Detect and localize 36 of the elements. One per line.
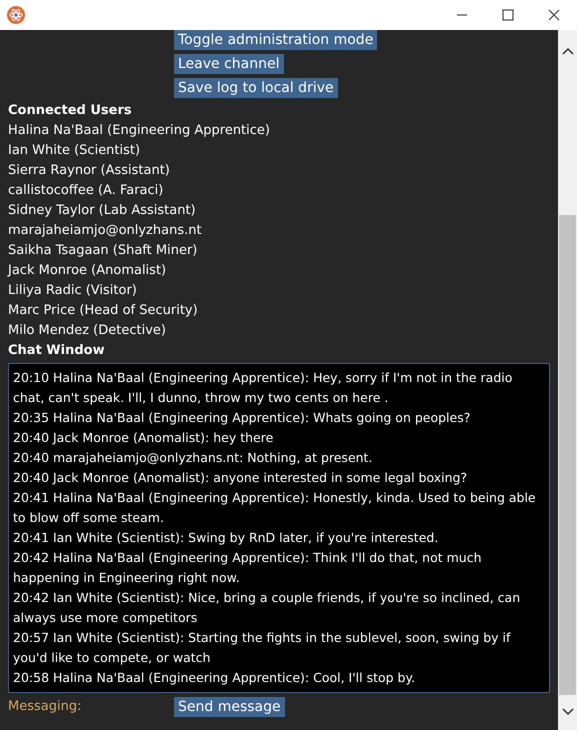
- scroll-up-icon[interactable]: [562, 47, 574, 55]
- section-heading: Connected Users: [8, 102, 133, 120]
- messaging-label: Messaging:: [8, 698, 82, 716]
- chat-message: 20:42 Halina Na'Baal (Engineering Apprentice): Think I'll do that, not much happening in Engineering right now.: [13, 549, 483, 587]
- action-button[interactable]: Leave channel: [174, 54, 284, 74]
- atom-icon: [7, 6, 25, 24]
- close-icon: [548, 9, 560, 21]
- chat-message: 20:41 Ian White (Scientist): Swing by RnD later, if you're interested.: [13, 529, 440, 547]
- chat-message: 20:10 Halina Na'Baal (Engineering Apprentice): Hey, sorry if I'm not in the radio chat, can't speak. I'll, I dunno, throw my two cents on here .: [13, 369, 514, 407]
- chat-message: 20:57 Ian White (Scientist): Starting the fights in the sublevel, soon, swing by if you'd like to compete, or watch: [13, 629, 512, 667]
- chat-message: 20:41 Halina Na'Baal (Engineering Apprentice): Honestly, kinda. Used to being able to blow off some steam.: [13, 489, 537, 527]
- action-button[interactable]: Toggle administration mode: [174, 30, 378, 50]
- user-entry: Ian White (Scientist): [8, 142, 142, 160]
- user-entry: Saikha Tsagaan (Shaft Miner): [8, 242, 198, 260]
- send-message-button[interactable]: Send message: [174, 697, 285, 717]
- scrollbar-thumb[interactable]: [559, 215, 576, 695]
- scrollbar[interactable]: [558, 30, 577, 730]
- user-entry: marajaheiamjo@onlyzhans.nt: [8, 222, 203, 240]
- chat-message: 20:58 Halina Na'Baal (Engineering Apprentice): Cool, I'll stop by.: [13, 669, 416, 687]
- chat-message: 20:40 Jack Monroe (Anomalist): hey there: [13, 429, 274, 447]
- action-button[interactable]: Save log to local drive: [174, 78, 338, 98]
- user-entry: Marc Price (Head of Security): [8, 302, 199, 320]
- chat-message: 20:40 Jack Monroe (Anomalist): anyone interested in some legal boxing?: [13, 469, 468, 487]
- maximize-icon: [502, 9, 514, 21]
- user-entry: Liliya Radic (Visitor): [8, 282, 138, 300]
- section-heading: Chat Window: [8, 342, 106, 360]
- user-entry: Sierra Raynor (Assistant): [8, 162, 171, 180]
- scroll-down-icon[interactable]: [562, 708, 574, 716]
- user-entry: Sidney Taylor (Lab Assistant): [8, 202, 197, 220]
- user-entry: Halina Na'Baal (Engineering Apprentice): [8, 122, 271, 140]
- chat-message: 20:40 marajaheiamjo@onlyzhans.nt: Nothing, at present.: [13, 449, 374, 467]
- chat-message: 20:42 Ian White (Scientist): Nice, bring a couple friends, if you're so inclined, can always use more competitors: [13, 589, 522, 627]
- user-entry: Milo Mendez (Detective): [8, 322, 167, 340]
- chat-message: 20:35 Halina Na'Baal (Engineering Apprentice): Whats going on peoples?: [13, 409, 472, 427]
- user-entry: callistocoffee (A. Faraci): [8, 182, 164, 200]
- user-entry: Jack Monroe (Anomalist): [8, 262, 168, 280]
